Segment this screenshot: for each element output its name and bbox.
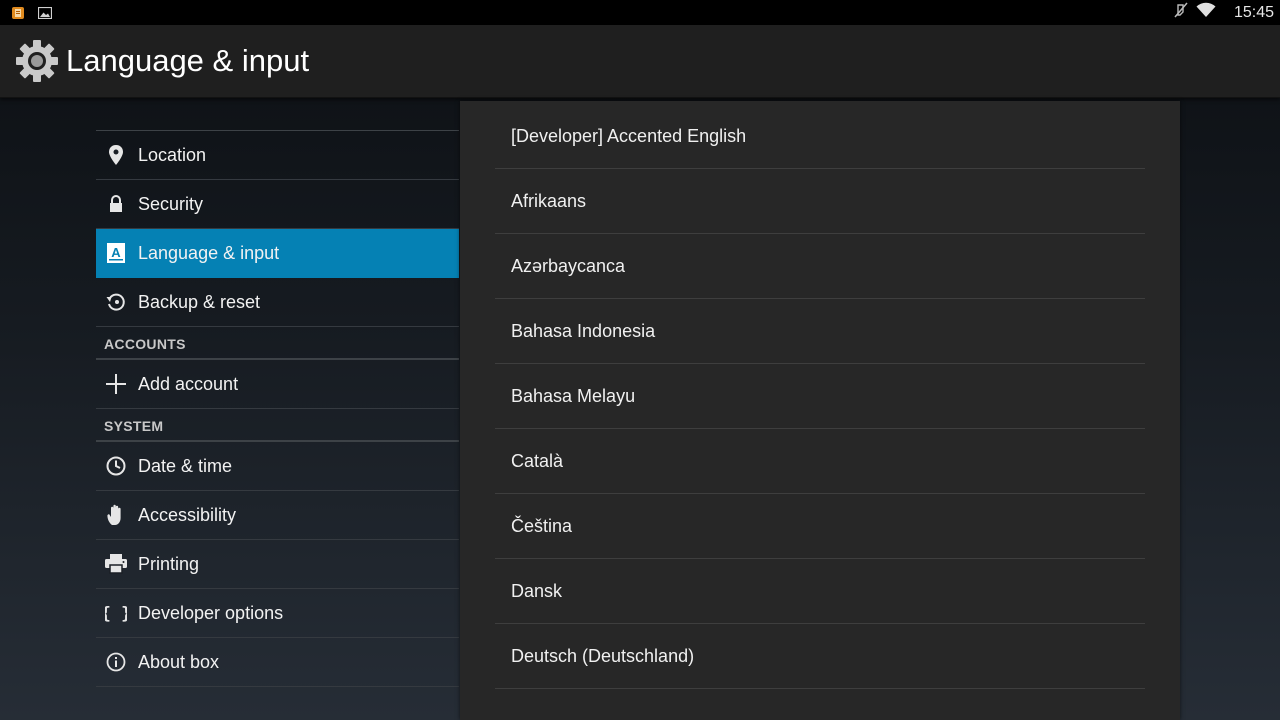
- settings-gear-icon[interactable]: [14, 38, 60, 84]
- settings-list: Location Security A Language & input Bac…: [96, 130, 459, 687]
- settings-item-label: Backup & reset: [138, 291, 261, 312]
- settings-item-language-input[interactable]: A Language & input: [96, 229, 459, 278]
- language-item[interactable]: Afrikaans: [495, 169, 1145, 234]
- language-item[interactable]: Deutsch (Deutschland): [495, 624, 1145, 689]
- language-a-icon: A: [96, 229, 136, 277]
- settings-item-add-account[interactable]: Add account: [96, 360, 459, 409]
- language-item[interactable]: Bahasa Melayu: [495, 364, 1145, 429]
- language-item[interactable]: Čeština: [495, 494, 1145, 559]
- settings-item-label: About box: [138, 651, 220, 672]
- settings-item-backup-reset[interactable]: Backup & reset: [96, 278, 459, 327]
- location-pin-icon: [96, 131, 136, 179]
- status-indicators: 15:45: [1174, 0, 1274, 25]
- settings-item-developer-options[interactable]: { } Developer options: [96, 589, 459, 638]
- printer-icon: [96, 540, 136, 588]
- image-icon: [37, 6, 53, 20]
- settings-item-label: Printing: [138, 553, 200, 574]
- settings-item-printing[interactable]: Printing: [96, 540, 459, 589]
- system-section-header: SYSTEM: [96, 409, 459, 442]
- language-item[interactable]: Català: [495, 429, 1145, 494]
- settings-item-date-time[interactable]: Date & time: [96, 442, 459, 491]
- settings-item-label: Date & time: [138, 455, 233, 476]
- settings-item-about-box[interactable]: About box: [96, 638, 459, 687]
- svg-text:{ }: { }: [105, 604, 127, 623]
- status-bar: 15:45: [0, 0, 1280, 25]
- language-item[interactable]: Bahasa Indonesia: [495, 299, 1145, 364]
- info-icon: [96, 638, 136, 686]
- language-list[interactable]: [Developer] Accented English Afrikaans A…: [495, 104, 1145, 689]
- language-picker-panel: [Developer] Accented English Afrikaans A…: [460, 101, 1180, 720]
- section-header-label: SYSTEM: [104, 418, 164, 434]
- settings-item-label: Accessibility: [138, 504, 237, 525]
- settings-item-label: Language & input: [138, 242, 280, 263]
- hand-icon: [96, 491, 136, 539]
- clock-icon: [96, 442, 136, 490]
- page-title: Language & input: [66, 43, 310, 78]
- accounts-section-header: ACCOUNTS: [96, 327, 459, 360]
- muted-icon: [1174, 2, 1188, 23]
- language-item[interactable]: Dansk: [495, 559, 1145, 624]
- backup-restore-icon: [96, 278, 136, 326]
- plus-icon: [96, 360, 136, 408]
- clock-time: 15:45: [1233, 3, 1274, 21]
- settings-item-label: Security: [138, 193, 204, 214]
- settings-item-security[interactable]: Security: [96, 180, 459, 229]
- language-item[interactable]: [Developer] Accented English: [495, 104, 1145, 169]
- notification-app-icon: [12, 6, 24, 19]
- settings-item-label: Location: [138, 144, 207, 165]
- wifi-icon: [1196, 2, 1216, 23]
- settings-item-label: Add account: [138, 373, 239, 394]
- action-bar: Language & input: [0, 25, 1280, 98]
- settings-item-label: Developer options: [138, 602, 284, 623]
- braces-icon: { }: [96, 589, 136, 637]
- svg-text:A: A: [111, 245, 121, 260]
- lock-icon: [96, 180, 136, 228]
- settings-item-accessibility[interactable]: Accessibility: [96, 491, 459, 540]
- language-item[interactable]: Azərbaycanca: [495, 234, 1145, 299]
- settings-item-location[interactable]: Location: [96, 131, 459, 180]
- section-header-label: ACCOUNTS: [104, 336, 186, 352]
